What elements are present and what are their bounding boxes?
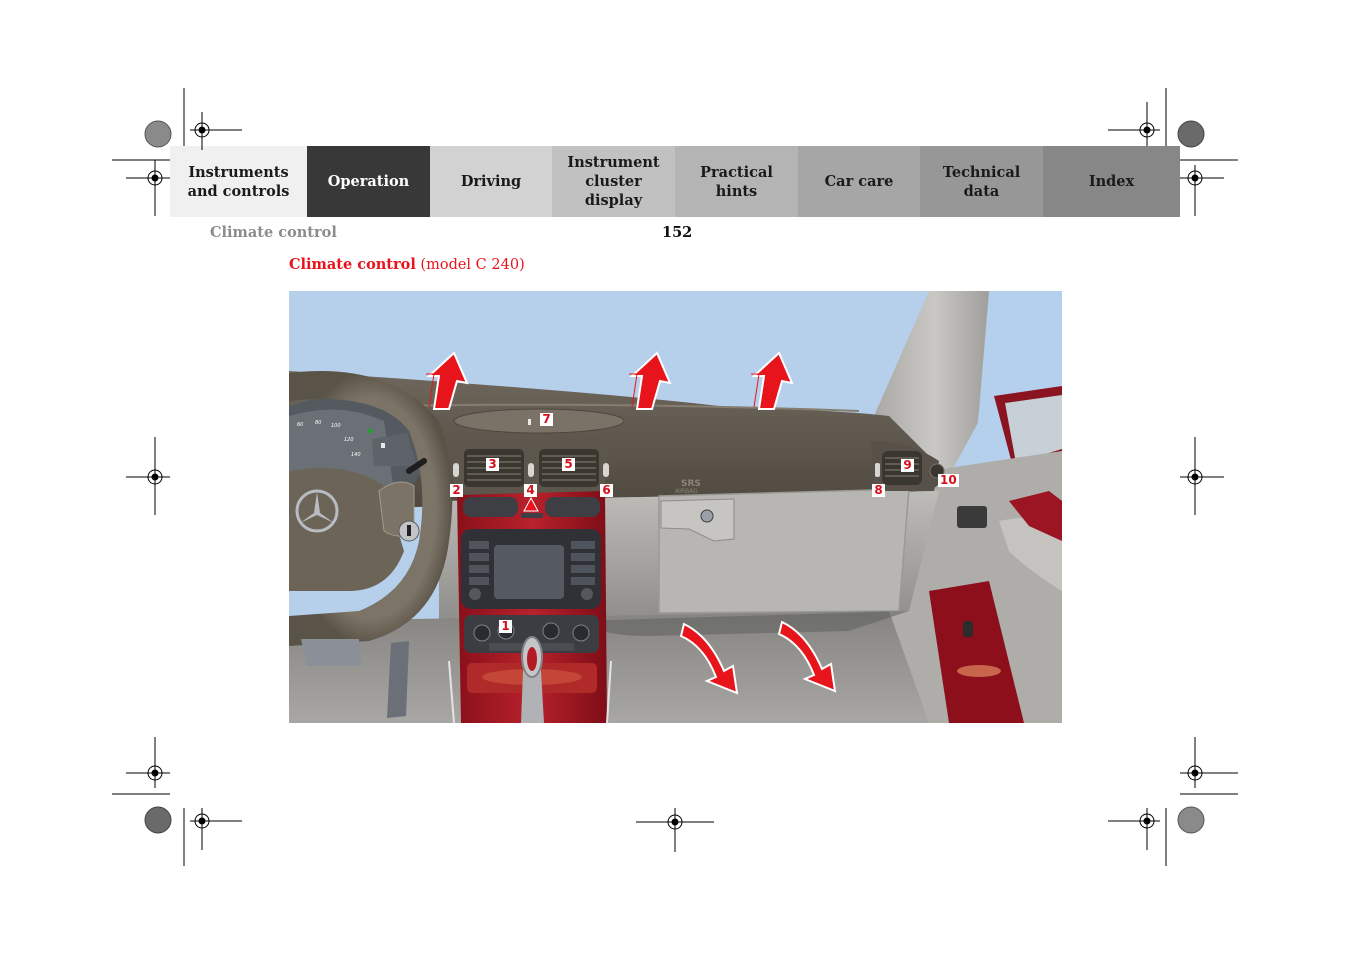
- crosshair-target-icon: [636, 808, 714, 852]
- crosshair-target-icon: [126, 160, 170, 216]
- crosshair-target-icon: [1108, 102, 1160, 146]
- crosshair-target-icon: [1180, 165, 1224, 216]
- starburst-target-icon: [1177, 120, 1205, 148]
- crosshair-target-icon: [1108, 808, 1160, 850]
- crosshair-target-icon: [190, 112, 242, 150]
- starburst-target-icon: [144, 120, 172, 148]
- registration-marks: [112, 88, 1238, 866]
- crosshair-target-icon: [126, 737, 170, 788]
- crosshair-centers: [151, 126, 1199, 826]
- starburst-target-icon: [144, 806, 172, 834]
- crosshair-target-icon: [1180, 737, 1238, 788]
- crosshair-target-icon: [190, 808, 242, 850]
- starburst-target-icon: [1177, 806, 1205, 834]
- crosshair-target-icon: [1180, 437, 1224, 515]
- crosshair-target-icon: [126, 437, 170, 515]
